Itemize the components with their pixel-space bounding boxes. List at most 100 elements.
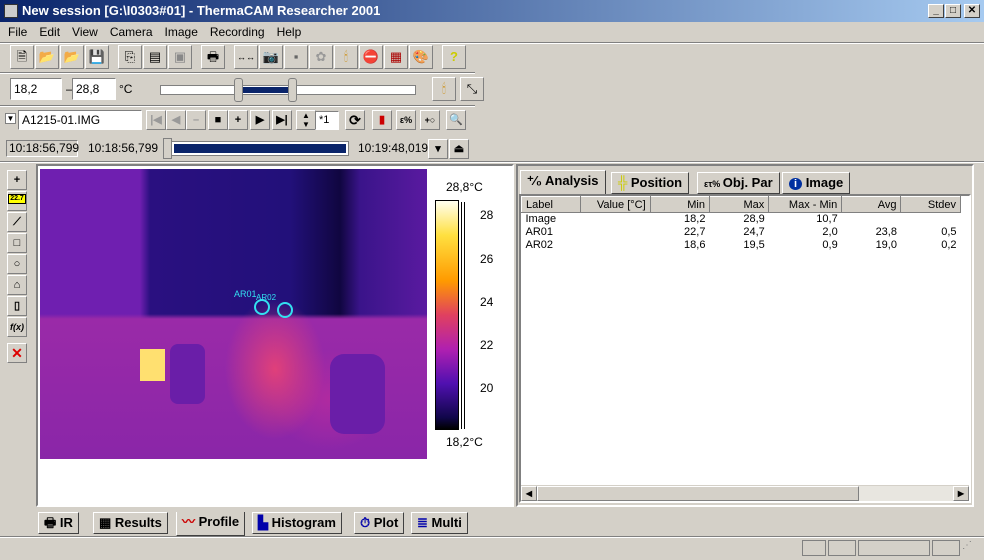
cell: AR02: [525, 239, 554, 251]
lock-zoom-icon[interactable]: 🔍: [446, 110, 466, 130]
table-row[interactable]: AR01 22,7 24,7 2,0 23,8 0,5: [522, 226, 961, 239]
last-frame-icon[interactable]: ▶|: [272, 110, 292, 130]
fan-icon[interactable]: ✿: [309, 45, 333, 69]
menu-file[interactable]: File: [2, 22, 33, 42]
delete-tool-icon[interactable]: ✕: [7, 343, 27, 363]
arrows-icon[interactable]: ↔↔: [234, 45, 258, 69]
palette-icon[interactable]: 🎨: [409, 45, 433, 69]
tab-plot[interactable]: ⏱ Plot: [354, 512, 405, 534]
tab-obj-par[interactable]: ετ% Obj. Par: [697, 172, 780, 194]
prev-frame-icon[interactable]: ◀: [166, 110, 186, 130]
close-button[interactable]: ✕: [964, 4, 980, 18]
print-icon[interactable]: 🖶: [201, 45, 225, 69]
copy-icon[interactable]: ⎘: [118, 45, 142, 69]
camera-icon[interactable]: 📷: [259, 45, 283, 69]
tab-histogram[interactable]: ▙ Histogram: [252, 512, 342, 534]
col-avg[interactable]: Avg: [841, 196, 902, 213]
time-slider[interactable]: [165, 141, 349, 156]
col-label[interactable]: Label: [521, 196, 582, 213]
step-value[interactable]: *1: [315, 111, 339, 130]
menu-edit[interactable]: Edit: [33, 22, 66, 42]
polygon-tool-icon[interactable]: ⌂: [7, 275, 27, 295]
col-value[interactable]: Value [°C]: [580, 196, 651, 213]
paste-icon[interactable]: ▣: [168, 45, 192, 69]
tab-analysis[interactable]: ⁺⁄₀ Analysis: [520, 170, 606, 194]
menu-recording[interactable]: Recording: [204, 22, 271, 42]
spot-tool-icon[interactable]: 22.7: [7, 191, 27, 211]
cursor-tool-icon[interactable]: +: [7, 170, 27, 190]
plus-icon[interactable]: +: [228, 110, 248, 130]
minus-icon[interactable]: –: [186, 110, 206, 130]
circle-tool-icon[interactable]: ○: [7, 254, 27, 274]
play-icon[interactable]: ▶: [250, 110, 270, 130]
open-icon[interactable]: 📂: [35, 45, 59, 69]
help-icon[interactable]: ?: [442, 45, 466, 69]
time-thumb[interactable]: [163, 138, 172, 159]
settings-icon[interactable]: ▦: [384, 45, 408, 69]
cell: [581, 213, 650, 226]
open-img-icon[interactable]: 📂: [60, 45, 84, 69]
file-dropdown-icon[interactable]: ▼: [5, 113, 16, 124]
eject-icon[interactable]: ⏏: [449, 139, 469, 159]
stop-icon[interactable]: ⛔: [359, 45, 383, 69]
lock-analysis-icon[interactable]: +○: [420, 110, 440, 130]
lock-palette-icon[interactable]: ▮: [372, 110, 392, 130]
tab-position[interactable]: ╬ Position: [611, 172, 690, 194]
formula-tool-icon[interactable]: f(x): [7, 317, 27, 337]
scrollbar-thumb[interactable]: [537, 486, 859, 501]
app-icon[interactable]: [4, 4, 18, 18]
maximize-button[interactable]: □: [945, 4, 961, 18]
scale-tick: 20: [480, 381, 494, 395]
menu-view[interactable]: View: [66, 22, 104, 42]
area-circle-ar02[interactable]: [277, 302, 293, 318]
col-max-min[interactable]: Max - Min: [768, 196, 843, 213]
minimize-button[interactable]: _: [928, 4, 944, 18]
table-row[interactable]: AR02 18,6 19,5 0,9 19,0 0,2: [522, 239, 961, 252]
image-icon[interactable]: ▪: [284, 45, 308, 69]
tab-profile[interactable]: 〰 Profile: [176, 512, 246, 536]
scale-tick: 26: [480, 252, 494, 266]
ruler-icon: ╬: [618, 175, 631, 190]
status-pane: [932, 540, 960, 556]
menu-image[interactable]: Image: [159, 22, 204, 42]
range-low-thumb[interactable]: [234, 78, 243, 102]
horizontal-scrollbar[interactable]: ◀ ▶: [521, 485, 969, 501]
isotherm-tool-icon[interactable]: ▯: [7, 296, 27, 316]
line-tool-icon[interactable]: ⟋: [7, 212, 27, 232]
step-spinner[interactable]: ▲ ▼: [296, 110, 316, 130]
thermal-image[interactable]: AR01 AR02: [40, 169, 427, 459]
range-high-thumb[interactable]: [288, 78, 297, 102]
file-name-input[interactable]: [18, 110, 142, 130]
col-stdev[interactable]: Stdev: [900, 196, 961, 213]
area-circle-ar01[interactable]: [254, 299, 270, 315]
tab-label: Image: [805, 175, 844, 190]
tab-ir[interactable]: 🖶 IR: [38, 512, 79, 534]
copy-values-icon[interactable]: ▤: [143, 45, 167, 69]
stop-icon[interactable]: ■: [208, 110, 228, 130]
range-max-input[interactable]: [72, 78, 116, 100]
divider: [0, 105, 475, 107]
rectangle-tool-icon[interactable]: □: [7, 233, 27, 253]
col-max[interactable]: Max: [708, 196, 770, 213]
new-icon[interactable]: 🗎: [10, 45, 34, 69]
scroll-right-icon[interactable]: ▶: [953, 486, 969, 501]
first-frame-icon[interactable]: |◀: [146, 110, 166, 130]
auto-adjust-icon[interactable]: 🕯: [432, 77, 456, 101]
tab-results[interactable]: ▦ Results: [93, 512, 168, 534]
range-min-input[interactable]: [10, 78, 62, 100]
menu-help[interactable]: Help: [271, 22, 308, 42]
menu-camera[interactable]: Camera: [104, 22, 159, 42]
refresh-icon[interactable]: ⟳: [345, 110, 365, 130]
col-min[interactable]: Min: [649, 196, 710, 213]
tab-image[interactable]: i Image: [782, 172, 851, 194]
range-adjust-icon[interactable]: ⤡: [460, 77, 484, 101]
window-title: New session [G:\I0303#01] - ThermaCAM Re…: [22, 3, 381, 18]
resize-grip-icon[interactable]: ⋰: [962, 540, 980, 556]
candle-icon[interactable]: 🕯: [334, 45, 358, 69]
save-icon[interactable]: 💾: [85, 45, 109, 69]
lock-objpar-icon[interactable]: ε%: [396, 110, 416, 130]
scroll-left-icon[interactable]: ◀: [521, 486, 537, 501]
tab-multi[interactable]: ≣ Multi: [411, 512, 468, 534]
table-row[interactable]: Image 18,2 28,9 10,7: [522, 213, 961, 226]
collapse-icon[interactable]: ▾: [428, 139, 448, 159]
